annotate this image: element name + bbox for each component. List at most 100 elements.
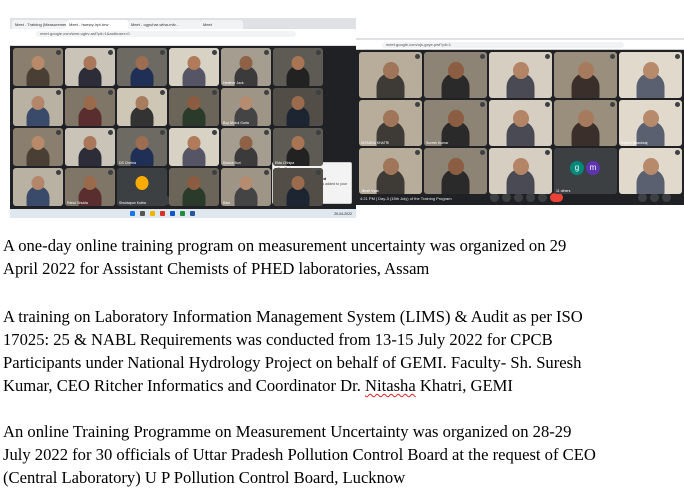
more-button[interactable] (538, 193, 547, 202)
participant-tile[interactable] (619, 148, 682, 194)
participant-tile[interactable] (359, 52, 422, 98)
mic-muted-icon (56, 170, 61, 175)
mic-muted-icon (264, 130, 269, 135)
participant-tile[interactable] (273, 48, 323, 86)
excel-icon[interactable] (180, 211, 185, 216)
participant-initial-avatar: m (586, 161, 600, 175)
participant-tile[interactable] (117, 48, 167, 86)
participant-tile[interactable]: Shuktapun Kotha (117, 168, 167, 206)
mic-muted-icon (316, 90, 321, 95)
training-paragraph-2: A training on Laboratory Information Man… (3, 305, 684, 397)
participant-tile[interactable] (169, 128, 219, 166)
meet-screenshot-left: Meet - Training (Measurement... Meet - h… (10, 18, 356, 218)
participant-tile[interactable] (65, 48, 115, 86)
participant-tile[interactable] (13, 168, 63, 206)
participant-tile[interactable]: Suresh Kumar (424, 100, 487, 146)
mic-muted-icon (212, 130, 217, 135)
participant-tile[interactable] (169, 88, 219, 126)
url-field[interactable]: meet.google.com/wmr-ugbv-asf?pli=1&authu… (36, 31, 296, 37)
people-button[interactable] (650, 193, 659, 202)
participant-tile[interactable] (489, 100, 552, 146)
paragraph-line: A one-day online training program on mea… (3, 236, 567, 255)
start-icon[interactable] (130, 211, 135, 216)
info-button[interactable] (638, 193, 647, 202)
present-button[interactable] (526, 193, 535, 202)
participant-tile[interactable] (13, 88, 63, 126)
participant-tile[interactable] (554, 100, 617, 146)
participant-tile[interactable]: Khurra Buri (221, 128, 271, 166)
participant-name: Ravi (223, 201, 231, 205)
participant-tile[interactable]: 11 others g m (554, 148, 617, 194)
mic-muted-icon (108, 50, 113, 55)
participant-name: Rajeev Bhardwaj (621, 141, 648, 145)
mic-muted-icon (264, 170, 269, 175)
mic-muted-icon (415, 150, 420, 155)
mic-muted-icon (675, 102, 680, 107)
address-bar: meet.google.com/ojs-gxye-pwf?pli=1 (356, 40, 684, 50)
participant-name: Shuktapun Kotha (119, 201, 146, 205)
edge-icon[interactable] (170, 211, 175, 216)
paragraph-line: A training on Laboratory Information Man… (3, 307, 583, 326)
participant-tile[interactable]: NITASHA KHATRI (359, 100, 422, 146)
mic-muted-icon (545, 102, 550, 107)
participant-name: Rahul Shukla (67, 201, 88, 205)
paragraph-line: July 2022 for 30 officials of Uttar Prad… (3, 445, 596, 464)
url-field[interactable]: meet.google.com/ojs-gxye-pwf?pli=1 (382, 41, 624, 48)
mic-muted-icon (610, 102, 615, 107)
participant-tile[interactable]: Heather Jack (221, 48, 271, 86)
participant-tile[interactable] (273, 168, 323, 206)
training-paragraph-1: A one-day online training program on mea… (3, 234, 684, 280)
meet-screenshot-right: meet.google.com/ojs-gxye-pwf?pli=1 4:21 … (356, 38, 684, 205)
participant-tile[interactable] (619, 52, 682, 98)
mic-muted-icon (316, 130, 321, 135)
participant-tile[interactable]: Ekta Chhipa (273, 128, 323, 166)
participant-tile[interactable] (489, 52, 552, 98)
participant-tile[interactable]: Boy Mukul Gurla (221, 88, 271, 126)
mic-muted-icon (160, 90, 165, 95)
browser-tab[interactable]: Meet - hwewy-irpt-hrw (66, 20, 129, 29)
paragraph-line: 17025: 25 & NABL Requirements was conduc… (3, 330, 553, 349)
browser-tab[interactable]: Meet - Training (Measurement... (12, 20, 67, 29)
browser-tab[interactable]: Meet - ogpuhar-wfna-mfv... (128, 20, 201, 29)
participant-tile[interactable] (554, 52, 617, 98)
participant-tile[interactable] (65, 88, 115, 126)
participant-tile[interactable] (117, 88, 167, 126)
participant-tile[interactable] (424, 52, 487, 98)
mic-muted-icon (316, 170, 321, 175)
participant-tile[interactable]: Rahul Shukla (65, 168, 115, 206)
end-call-button[interactable] (550, 193, 563, 202)
participant-tile[interactable]: Rajeev Bhardwaj (619, 100, 682, 146)
mic-muted-icon (610, 150, 615, 155)
participant-tile[interactable] (13, 48, 63, 86)
folder-icon[interactable] (150, 211, 155, 216)
participant-tile[interactable] (273, 88, 323, 126)
mic-muted-icon (160, 50, 165, 55)
participant-tile[interactable]: DS Chetna (117, 128, 167, 166)
chrome-icon[interactable] (160, 211, 165, 216)
meeting-clock: 4:21 PM | Day-3 (15th July) of the Train… (360, 196, 452, 201)
participant-name: Jitesh Vyas (361, 189, 379, 193)
participant-name: 11 others (556, 189, 571, 193)
participant-tile[interactable]: Jitesh Vyas (359, 148, 422, 194)
participant-tile[interactable] (65, 128, 115, 166)
mic-muted-icon (545, 150, 550, 155)
mic-muted-icon (56, 130, 61, 135)
mic-button[interactable] (490, 193, 499, 202)
browser-tab[interactable]: Meet (200, 20, 243, 29)
participant-tile[interactable] (424, 148, 487, 194)
participant-tile[interactable] (169, 168, 219, 206)
participant-tile[interactable]: Ravi (221, 168, 271, 206)
participant-tile[interactable] (169, 48, 219, 86)
mic-muted-icon (610, 54, 615, 59)
mic-muted-icon (480, 54, 485, 59)
participant-tile[interactable] (489, 148, 552, 194)
participant-tile[interactable] (13, 128, 63, 166)
participant-name: Heather Jack (223, 81, 244, 85)
camera-button[interactable] (502, 193, 511, 202)
chat-button[interactable] (662, 193, 671, 202)
captions-button[interactable] (514, 193, 523, 202)
participant-name: DS Chetna (119, 161, 137, 165)
search-icon[interactable] (140, 211, 145, 216)
mic-muted-icon (264, 50, 269, 55)
word-icon[interactable] (190, 211, 195, 216)
